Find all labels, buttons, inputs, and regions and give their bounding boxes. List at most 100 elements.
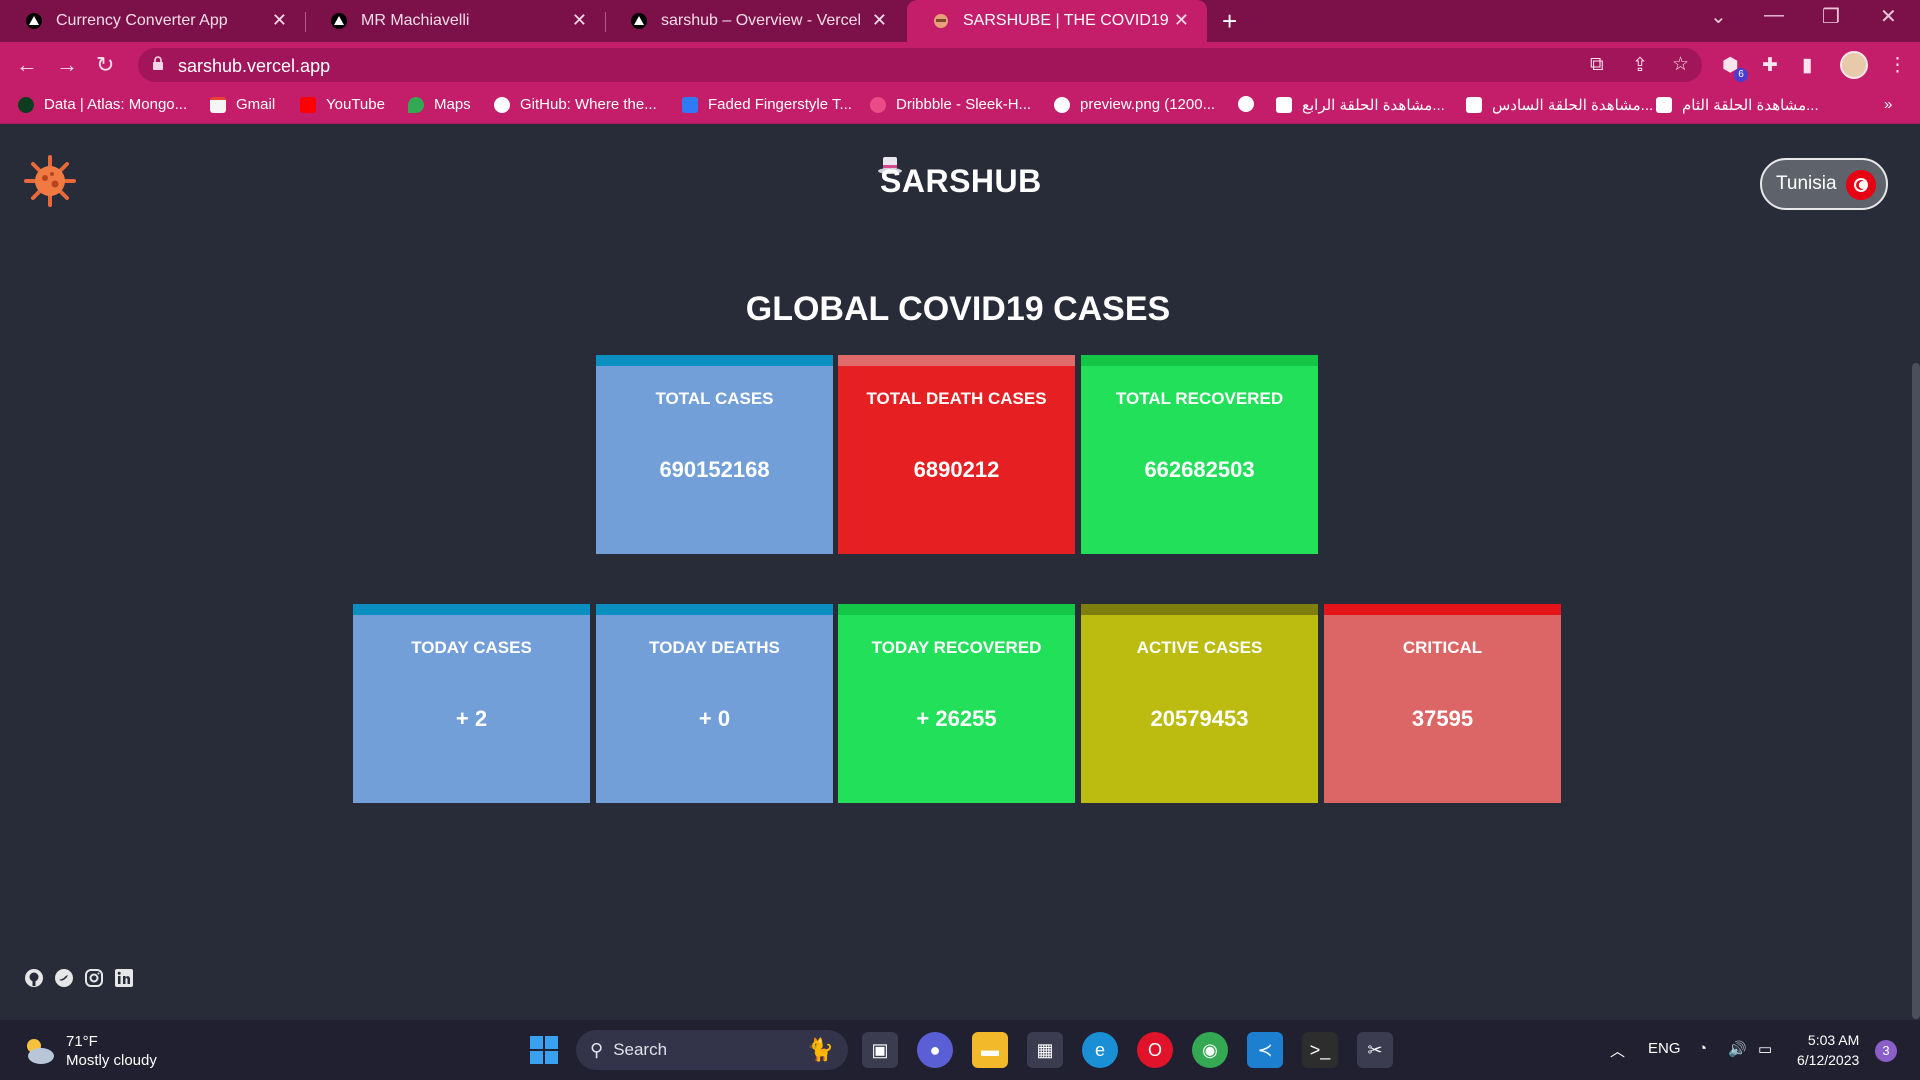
weather-widget[interactable]: 71°F Mostly cloudy [22,1032,157,1070]
menu-kebab-icon[interactable]: ⋮ [1888,54,1907,77]
virus-logo-icon[interactable] [22,153,78,209]
site-icon [1276,97,1292,113]
snipping-tool-icon[interactable]: ✂ [1357,1032,1393,1068]
brand-logo[interactable]: SARSHUB [880,163,1042,200]
tab-sarshub[interactable]: SARSHUBE | THE COVID19 TRAC ✕ [907,0,1207,42]
bookmark-episode-8[interactable]: مشاهدة الحلقة الثام... [1656,96,1819,114]
system-clock[interactable]: 5:03 AM 6/12/2023 [1797,1030,1859,1070]
forward-arrow-icon[interactable]: → [56,52,78,78]
windows-taskbar: 71°F Mostly cloudy ⚲ Search 🐈 ▣ ● ▬ ▦ e … [0,1019,1920,1080]
bookmark-dribbble[interactable]: Dribbble - Sleek-H... [870,96,1031,113]
country-selector-button[interactable]: Tunisia [1760,158,1888,210]
close-icon[interactable]: ✕ [572,10,587,31]
minimize-icon[interactable]: — [1764,4,1784,27]
notification-badge[interactable]: 3 [1875,1040,1897,1062]
bookmark-episode-4[interactable]: مشاهدة الحلقة الرابع... [1276,96,1445,114]
sarshub-favicon [931,11,951,31]
stat-value: + 0 [698,706,731,731]
edge-browser-icon[interactable]: e [1082,1032,1118,1068]
page-heading: GLOBAL COVID19 CASES [745,290,1171,328]
chrome-browser-icon[interactable]: ◉ [1192,1032,1228,1068]
country-label: Tunisia [1776,173,1837,194]
windows-start-icon[interactable] [526,1032,562,1068]
volume-icon[interactable]: 🔊 [1728,1040,1747,1058]
bookmark-label: preview.png (1200... [1080,96,1216,113]
bookmark-label: YouTube [326,96,385,113]
bookmark-youtube[interactable]: YouTube [300,96,385,113]
twitter-icon[interactable] [54,968,74,988]
stat-value: 690152168 [659,457,770,482]
teams-chat-icon[interactable]: ● [917,1032,953,1068]
card-accent-bar [838,604,1075,615]
bookmark-gmail[interactable]: Gmail [210,96,275,113]
back-arrow-icon[interactable]: ← [16,52,38,78]
tab-search-chevron-icon[interactable]: ⌄ [1710,4,1727,29]
address-bar[interactable]: sarshub.vercel.app ⧉ ⇪ ☆ [138,48,1702,82]
linkedin-icon[interactable] [114,968,134,988]
bookmark-mongodb[interactable]: Data | Atlas: Mongo... [18,96,187,113]
reload-icon[interactable]: ↻ [96,52,114,78]
input-language[interactable]: ENG [1648,1040,1681,1057]
globe-icon [1238,96,1254,112]
file-explorer-icon[interactable]: ▬ [972,1032,1008,1068]
bookmark-maps[interactable]: Maps [408,96,471,113]
page-scrollbar[interactable] [1912,363,1920,1019]
bookmark-label: Dribbble - Sleek-H... [896,96,1032,113]
bookmark-label: GitHub: Where the... [520,96,657,113]
card-accent-bar [1081,355,1318,366]
url-text: sarshub.vercel.app [178,56,331,76]
bookmark-preview[interactable]: preview.png (1200... [1054,96,1215,113]
close-icon[interactable]: ✕ [272,10,287,31]
share-icon[interactable]: ⇪ [1632,54,1648,77]
task-view-icon[interactable]: ▣ [862,1032,898,1068]
mongodb-leaf-icon [18,96,34,113]
bookmark-episode-6[interactable]: مشاهدة الحلقة السادس... [1466,96,1653,114]
translate-icon[interactable]: ⧉ [1590,54,1604,76]
stat-value: 37595 [1411,706,1474,731]
site-icon [1656,97,1672,113]
vercel-triangle-icon [629,11,649,31]
profile-avatar[interactable] [1840,51,1868,79]
card-accent-bar [1081,604,1318,615]
taskbar-search[interactable]: ⚲ Search 🐈 [576,1030,848,1070]
tab-currency-converter[interactable]: Currency Converter App ✕ [0,0,305,42]
wifi-icon[interactable]: ◔ [1698,1040,1707,1057]
bookmark-globe[interactable] [1238,96,1264,112]
card-accent-bar [596,604,833,615]
gmail-icon [210,96,226,113]
site-icon [1466,97,1482,113]
close-icon[interactable]: ✕ [1174,10,1189,31]
restore-icon[interactable]: ❐ [1822,4,1840,29]
close-icon[interactable]: ✕ [872,10,887,31]
opera-browser-icon[interactable]: O [1137,1032,1173,1068]
stat-label: TODAY RECOVERED [871,638,1042,657]
cloudy-weather-icon [27,1039,54,1064]
terminal-icon[interactable]: >_ [1302,1032,1338,1068]
tab-mr-machiavelli[interactable]: MR Machiavelli ✕ [305,0,605,42]
bookmark-github[interactable]: GitHub: Where the... [494,96,657,113]
browser-tab-strip: Currency Converter App ✕ MR Machiavelli … [0,0,1920,42]
show-hidden-icons-chevron-icon[interactable]: ︿ [1610,1040,1625,1061]
bookmark-star-icon[interactable]: ☆ [1672,53,1689,76]
vscode-icon[interactable]: ≺ [1247,1032,1283,1068]
new-tab-button[interactable]: + [1222,6,1237,37]
stat-card-active-cases: ACTIVE CASES 20579453 [1081,604,1318,803]
tab-title: Currency Converter App [56,12,228,29]
instagram-icon[interactable] [84,968,104,988]
bookmarks-overflow-chevron-icon[interactable]: » [1884,96,1892,113]
microsoft-store-icon[interactable]: ▦ [1027,1032,1063,1068]
battery-icon[interactable]: ▭ [1758,1040,1772,1058]
close-window-icon[interactable]: ✕ [1880,4,1897,29]
bookmark-label: Data | Atlas: Mongo... [44,96,188,113]
stat-card-today-cases: TODAY CASES + 2 [353,604,590,803]
weather-condition: Mostly cloudy [66,1052,157,1069]
card-accent-bar [353,604,590,615]
github-icon[interactable] [24,968,44,988]
tab-vercel-overview[interactable]: sarshub – Overview - Vercel ✕ [605,0,905,42]
stat-label: TODAY CASES [411,638,532,657]
bookmark-faded-fingerstyle[interactable]: Faded Fingerstyle T... [682,96,852,113]
bookmark-label: Maps [434,96,471,113]
puzzle-extensions-icon[interactable]: ✚ [1762,54,1778,77]
side-panel-icon[interactable]: ▮ [1802,54,1812,77]
bookmarks-bar: Data | Atlas: Mongo... Gmail YouTube Map… [0,88,1920,124]
